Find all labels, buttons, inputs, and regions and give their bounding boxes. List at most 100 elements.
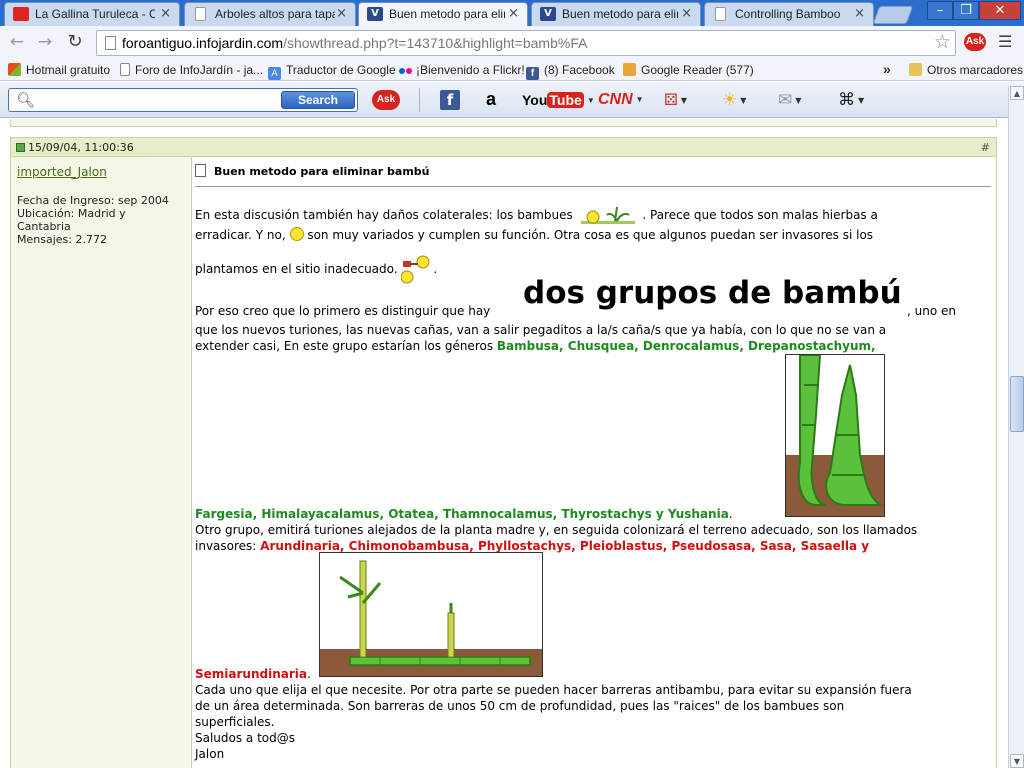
text-run: Cada uno que elija el que necesite. Por … — [195, 683, 912, 697]
bookmarks-overflow-chevron[interactable]: » — [883, 61, 891, 77]
new-tab-button[interactable] — [872, 6, 914, 24]
close-icon[interactable]: × — [160, 6, 171, 21]
text-line: , uno en — [907, 303, 956, 319]
bookmark-foro-infojardin[interactable]: Foro de InfoJardín - ja... — [120, 63, 263, 77]
facebook-icon[interactable]: f — [440, 90, 460, 110]
page-icon — [195, 7, 206, 21]
text-run: En esta discusión también hay daños cola… — [195, 208, 573, 222]
text-run: Saludos a tod@s — [195, 731, 296, 745]
tab-buen-metodo[interactable]: V Buen metodo para elimin × — [531, 2, 701, 26]
wrench-menu-icon[interactable]: ☰ — [998, 32, 1012, 51]
bamboo-sprout-smiley-icon — [577, 201, 639, 224]
chevron-down-icon: ▼ — [680, 96, 688, 105]
text-line: que los nuevos turiones, las nuevas caña… — [195, 322, 886, 338]
smiley-icon — [289, 227, 304, 241]
page-viewport: 15/09/04, 11:00:36 # imported_Jalon Fech… — [0, 119, 1008, 768]
text-run: erradicar. Y no, — [195, 228, 286, 242]
close-icon[interactable]: × — [681, 6, 692, 21]
bookmark-flickr[interactable]: ¡Bienvenido a Flickr! — [399, 63, 525, 77]
weather-icon[interactable]: ☀ ▼ — [722, 90, 762, 110]
windows-icon — [8, 63, 21, 76]
close-window-icon[interactable]: ✕ — [979, 1, 1021, 20]
bookmarks-bar: Hotmail gratuito Foro de InfoJardín - ja… — [0, 60, 1024, 81]
text-line: erradicar. Y no, son muy variados y cump… — [195, 227, 873, 243]
username-link[interactable]: imported_Jalon — [17, 165, 107, 179]
message-count: Mensajes: 2.772 — [17, 233, 107, 246]
cnn-button[interactable]: CNN ▼ — [598, 90, 644, 110]
chevron-down-icon: ▼ — [586, 96, 595, 105]
youtube-you-text: You — [522, 92, 548, 108]
post-permalink[interactable]: # — [981, 141, 990, 154]
text-run: son muy variados y cumplen su función. O… — [307, 228, 874, 242]
amazon-icon[interactable]: a — [480, 90, 502, 110]
ask-search-input[interactable] — [37, 91, 277, 109]
ask-logo-icon[interactable]: Ask — [372, 90, 400, 110]
games-dice-icon[interactable]: ⚄ ▼ — [664, 90, 704, 110]
text-line: Saludos a tod@s — [195, 730, 295, 746]
toolbar-separator — [419, 88, 420, 112]
text-line: Por eso creo que lo primero es distingui… — [195, 303, 490, 319]
post-body: imported_Jalon Fecha de Ingreso: sep 200… — [10, 157, 997, 768]
running-bamboo-illustration — [319, 552, 543, 677]
close-icon[interactable]: × — [336, 6, 347, 21]
vertical-scrollbar[interactable]: ▲ ▼ — [1008, 86, 1024, 768]
back-arrow-icon[interactable]: ← — [6, 31, 28, 53]
close-icon[interactable]: × — [508, 6, 519, 21]
text-line: extender casi, En este grupo estarían lo… — [195, 338, 876, 354]
page-icon — [715, 7, 726, 21]
ask-search-box: 🔍︎ Search — [8, 88, 358, 112]
user-info-panel: imported_Jalon Fecha de Ingreso: sep 200… — [11, 157, 192, 768]
dictionary-icon[interactable]: ⌘ ▼ — [838, 90, 882, 110]
star-icon[interactable]: ☆ — [934, 31, 951, 53]
join-date: Fecha de Ingreso: sep 2004 — [17, 194, 169, 207]
tab-controlling-bamboo[interactable]: Controlling Bamboo × — [704, 2, 874, 26]
bookmark-hotmail[interactable]: Hotmail gratuito — [8, 63, 110, 77]
invasive-genera-text: Arundinaria, Chimonobambusa, Phyllostach… — [260, 539, 870, 553]
post-header: 15/09/04, 11:00:36 # — [10, 137, 997, 157]
browser-toolbar: ← → ↻ foroantiguo.infojardin.com/showthr… — [0, 26, 1024, 60]
tab-la-gallina[interactable]: La Gallina Turuleca - Can × — [4, 2, 180, 26]
tab-title: Buen metodo para elimin — [389, 7, 505, 21]
clumping-genera-text: Fargesia, Himalayacalamus, Otatea, Thamn… — [195, 507, 729, 521]
url-host: foroantiguo.infojardin.com — [122, 35, 284, 51]
infojardin-icon: V — [367, 7, 383, 21]
text-run: . Parece que todos son malas hierbas a — [642, 208, 878, 222]
text-run: , uno en — [907, 304, 956, 318]
tab-title: Controlling Bamboo — [735, 7, 841, 21]
post-content: Buen metodo para eliminar bambú En esta … — [195, 157, 995, 768]
document-icon — [195, 164, 206, 177]
address-bar[interactable]: foroantiguo.infojardin.com/showthread.ph… — [96, 30, 956, 56]
bookmark-otros-marcadores[interactable]: Otros marcadores — [909, 63, 1023, 77]
restore-icon[interactable]: ❐ — [953, 1, 979, 20]
scroll-down-arrow-icon[interactable]: ▼ — [1010, 754, 1024, 768]
google-reader-icon — [623, 63, 636, 76]
tab-title: La Gallina Turuleca - Can — [35, 7, 155, 21]
text-line: En esta discusión también hay daños cola… — [195, 201, 878, 224]
youtube-button[interactable]: You Tube ▼ — [522, 90, 595, 110]
text-run: extender casi, En este grupo estarían lo… — [195, 339, 494, 353]
tab-arboles[interactable]: Arboles altos para tapar × — [184, 2, 356, 26]
chevron-down-icon: ▼ — [635, 95, 644, 104]
scroll-up-arrow-icon[interactable]: ▲ — [1010, 86, 1024, 100]
text-run: . — [728, 507, 733, 521]
facebook-icon: f — [526, 67, 539, 80]
bookmark-traductor[interactable]: A Traductor de Google — [268, 63, 396, 80]
text-run: . — [433, 262, 438, 276]
close-icon[interactable]: × — [854, 6, 865, 21]
big-heading-text: dos grupos de bambú — [523, 275, 902, 311]
ask-toolbar: 🔍︎ Search Ask f a You Tube ▼ CNN ▼ ⚄ ▼ ☀ ▼ ✉ ▼… — [0, 82, 1024, 118]
text-line: plantamos en el sitio inadecuado. . — [195, 255, 437, 285]
mail-icon[interactable]: ✉ ▼ — [778, 90, 818, 110]
minimize-icon[interactable]: – — [927, 1, 953, 20]
ask-icon[interactable]: Ask — [964, 33, 986, 51]
bookmark-facebook[interactable]: f (8) Facebook — [526, 63, 615, 80]
forward-arrow-icon[interactable]: → — [34, 31, 56, 53]
url-text[interactable]: foroantiguo.infojardin.com/showthread.ph… — [122, 35, 587, 51]
scrollbar-thumb[interactable] — [1010, 376, 1024, 432]
bookmark-google-reader[interactable]: Google Reader (577) — [623, 63, 754, 77]
reload-icon[interactable]: ↻ — [64, 31, 86, 53]
post-title-text: Buen metodo para eliminar bambú — [214, 165, 430, 178]
tab-buen-metodo-active[interactable]: V Buen metodo para elimin × — [358, 2, 528, 27]
ask-search-button[interactable]: Search — [281, 91, 355, 109]
tab-title: Buen metodo para elimin — [562, 7, 678, 21]
